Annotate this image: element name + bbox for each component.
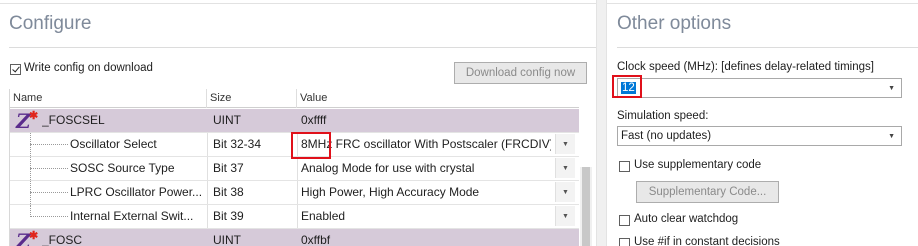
column-header-value[interactable]: Value: [297, 89, 579, 108]
row-value: 0xffbf: [301, 233, 331, 246]
other-options-title: Other options: [617, 13, 732, 34]
write-config-label: Write config on download: [24, 62, 153, 74]
chevron-down-icon[interactable]: ▼: [888, 85, 895, 92]
configure-title-rule: [9, 47, 596, 48]
table-row[interactable]: LPRC Oscillator Power... Bit 38 High Pow…: [10, 181, 579, 205]
simulation-speed-value: Fast (no updates): [621, 130, 712, 142]
chevron-down-icon[interactable]: ▼: [555, 206, 575, 226]
constant-decisions-label: Use #if in constant decisions: [634, 236, 780, 246]
chevron-down-icon[interactable]: ▼: [555, 158, 575, 178]
auto-clear-watchdog-checkbox[interactable]: [619, 215, 630, 226]
row-name: LPRC Oscillator Power...: [70, 185, 203, 199]
configure-title: Configure: [9, 13, 92, 34]
oscillator-value-rest: FRC oscillator With Postscaler (FRCDIV): [332, 137, 551, 151]
download-config-button[interactable]: Download config now: [454, 62, 587, 84]
config-table: Name Size Value Z ✱ _FOSCSEL UINT 0xffff …: [9, 89, 579, 246]
table-row[interactable]: SOSC Source Type Bit 37 Analog Mode for …: [10, 157, 579, 181]
scrollbar-thumb[interactable]: [582, 167, 590, 246]
chevron-down-icon[interactable]: ▼: [555, 182, 575, 202]
other-options-title-rule: [617, 47, 918, 48]
row-size: Bit 38: [213, 185, 244, 199]
row-value[interactable]: Enabled: [301, 205, 551, 228]
column-header-size[interactable]: Size: [207, 89, 297, 108]
row-size: UINT: [213, 233, 241, 246]
auto-clear-watchdog-label: Auto clear watchdog: [634, 213, 739, 225]
row-value[interactable]: High Power, High Accuracy Mode: [301, 181, 551, 204]
row-value[interactable]: Analog Mode for use with crystal: [301, 157, 551, 180]
top-rule: [607, 3, 918, 4]
clock-speed-combo[interactable]: 12 ▼: [617, 78, 902, 98]
row-name: _FOSC: [42, 233, 83, 246]
row-name: Oscillator Select: [70, 137, 157, 151]
row-size: Bit 32-34: [213, 137, 262, 151]
row-value: 0xffff: [301, 113, 327, 127]
row-size: Bit 37: [213, 161, 244, 175]
table-row[interactable]: Internal External Swit... Bit 39 Enabled…: [10, 205, 579, 229]
clock-highlight-box: [612, 75, 642, 98]
row-value[interactable]: 8MHz FRC oscillator With Postscaler (FRC…: [301, 133, 551, 156]
table-scrollbar[interactable]: [580, 167, 592, 246]
table-row-group[interactable]: Z ✱ _FOSCSEL UINT 0xffff: [10, 109, 579, 133]
clock-speed-label: Clock speed (MHz): [defines delay-relate…: [617, 61, 874, 73]
write-config-checkbox[interactable]: [10, 64, 21, 75]
row-name: _FOSCSEL: [42, 113, 105, 127]
table-row-group[interactable]: Z ✱ _FOSC UINT 0xffbf: [10, 229, 579, 246]
row-name: SOSC Source Type: [70, 161, 175, 175]
configure-panel: Configure Write config on download Downl…: [0, 0, 596, 246]
table-header: Name Size Value: [10, 89, 579, 108]
top-rule: [0, 3, 596, 4]
z-star-icon: Z ✱: [16, 229, 39, 246]
other-options-panel: Other options Clock speed (MHz): [define…: [607, 0, 918, 246]
z-star-icon: Z ✱: [16, 109, 39, 133]
column-header-name[interactable]: Name: [10, 89, 207, 108]
chevron-down-icon[interactable]: ▼: [888, 133, 895, 140]
highlight-box: [291, 132, 331, 159]
supplementary-code-checkbox[interactable]: [619, 161, 630, 172]
simulation-speed-combo[interactable]: Fast (no updates) ▼: [617, 126, 902, 146]
supplementary-code-label: Use supplementary code: [634, 159, 762, 171]
simulation-speed-label: Simulation speed:: [617, 110, 709, 122]
supplementary-code-button[interactable]: Supplementary Code...: [636, 181, 779, 203]
panel-splitter[interactable]: [596, 0, 607, 246]
row-size: UINT: [213, 113, 241, 127]
row-size: Bit 39: [213, 209, 244, 223]
constant-decisions-checkbox[interactable]: [619, 238, 630, 246]
chevron-down-icon[interactable]: ▼: [555, 134, 575, 154]
row-name: Internal External Swit...: [70, 209, 194, 223]
